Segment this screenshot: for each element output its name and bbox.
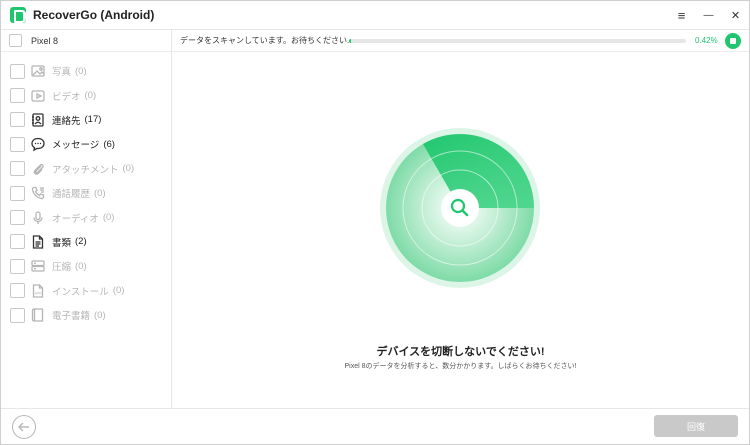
attachment-icon: [30, 161, 46, 177]
category-item[interactable]: アタッチメント (0): [1, 157, 171, 181]
window-controls: ≡ — ✕: [668, 1, 749, 30]
category-checkbox[interactable]: [10, 258, 25, 274]
archive-icon: [30, 258, 46, 274]
svg-text:APK: APK: [35, 291, 43, 295]
arrow-left-icon: [17, 422, 29, 432]
category-label: 書類: [52, 237, 72, 249]
category-count: (0): [75, 65, 87, 77]
category-checkbox[interactable]: [10, 185, 25, 201]
ebook-icon: [30, 307, 46, 323]
video-icon: [30, 88, 46, 104]
category-item[interactable]: 写真 (0): [1, 59, 171, 83]
category-count: (0): [102, 212, 115, 224]
category-label: アタッチメント: [52, 164, 119, 176]
category-count: (0): [75, 260, 87, 272]
close-icon[interactable]: ✕: [722, 1, 749, 30]
category-item[interactable]: メッセージ (6): [1, 132, 171, 156]
apk-icon: APK: [30, 283, 46, 299]
scan-progress-row: データをスキャンしています。お待ちください... 0.42%: [172, 30, 749, 52]
category-label: インストール: [52, 286, 109, 298]
scan-percent: 0.42%: [695, 36, 718, 45]
app-window: RecoverGo (Android) ≡ — ✕ Pixel 8 写真 (0) ビ…: [0, 0, 750, 445]
scan-progress-fill: [349, 39, 352, 43]
document-icon: [30, 234, 46, 250]
contacts-icon: [30, 112, 46, 128]
category-label: 電子書籍: [52, 311, 91, 323]
category-count: (0): [122, 163, 135, 175]
stop-scan-button[interactable]: [725, 33, 741, 49]
category-checkbox[interactable]: [10, 307, 25, 323]
category-count: (0): [84, 90, 97, 102]
notice-subtitle: Pixel 8のデータを分析すると、数分かかります。しばらくお待ちください!: [344, 363, 577, 370]
category-count: (0): [94, 187, 106, 199]
scan-status-text: データをスキャンしています。お待ちください...: [180, 36, 354, 45]
main-panel: データをスキャンしています。お待ちください... 0.42% デバイスを切断しな…: [172, 30, 749, 408]
category-count: (17): [84, 114, 102, 126]
category-count: (2): [75, 236, 87, 248]
title-bar: RecoverGo (Android) ≡ — ✕: [1, 1, 749, 30]
category-checkbox[interactable]: [10, 283, 25, 299]
category-checkbox[interactable]: [10, 88, 25, 104]
category-item[interactable]: ビデオ (0): [1, 83, 171, 107]
category-item[interactable]: 通話履歴 (0): [1, 181, 171, 205]
category-label: メッセージ: [52, 140, 100, 152]
microphone-icon: [30, 210, 46, 226]
category-item[interactable]: 書類 (2): [1, 230, 171, 254]
device-checkbox[interactable]: [9, 34, 22, 47]
notice-title: デバイスを切断しないでください!: [376, 346, 545, 358]
category-checkbox[interactable]: [10, 210, 25, 226]
category-item[interactable]: APK インストール (0): [1, 279, 171, 303]
category-item[interactable]: 圧縮 (0): [1, 254, 171, 278]
call-log-icon: [30, 185, 46, 201]
category-checkbox[interactable]: [10, 234, 25, 250]
scan-radar-graphic: [380, 128, 540, 288]
app-logo-icon: [10, 7, 26, 23]
scan-progress-bar: [349, 39, 686, 43]
message-icon: [30, 136, 46, 152]
category-label: 連絡先: [52, 115, 81, 127]
photo-icon: [30, 63, 46, 79]
back-button[interactable]: [12, 415, 36, 439]
category-item[interactable]: 電子書籍 (0): [1, 303, 171, 327]
app-title: RecoverGo (Android): [33, 8, 155, 22]
device-row[interactable]: Pixel 8: [1, 30, 171, 52]
category-checkbox[interactable]: [10, 136, 25, 152]
stop-icon: [730, 38, 736, 44]
category-label: 圧縮: [52, 262, 72, 274]
category-count: (0): [112, 285, 125, 297]
category-count: (0): [94, 309, 106, 321]
category-label: ビデオ: [52, 91, 81, 103]
device-label: Pixel 8: [31, 35, 59, 46]
bottom-bar: 回復: [1, 408, 749, 444]
category-checkbox[interactable]: [10, 161, 25, 177]
category-item[interactable]: オーディオ (0): [1, 205, 171, 229]
category-label: オーディオ: [52, 213, 99, 225]
category-list: 写真 (0) ビデオ (0) 連絡先 (17) メッセージ (6) アタッチメント (0) 通話履歴…: [1, 52, 171, 327]
minimize-icon[interactable]: —: [695, 1, 722, 30]
category-checkbox[interactable]: [10, 112, 25, 128]
category-label: 写真: [52, 67, 72, 79]
recover-button[interactable]: 回復: [654, 415, 738, 437]
category-label: 通話履歴: [52, 189, 91, 201]
category-checkbox[interactable]: [10, 63, 25, 79]
category-item[interactable]: 連絡先 (17): [1, 108, 171, 132]
menu-icon[interactable]: ≡: [668, 1, 695, 30]
radar-center: [441, 189, 479, 227]
sidebar: Pixel 8 写真 (0) ビデオ (0) 連絡先 (17) メッセージ (6) アタッチメン…: [1, 30, 172, 408]
category-count: (6): [103, 138, 115, 150]
